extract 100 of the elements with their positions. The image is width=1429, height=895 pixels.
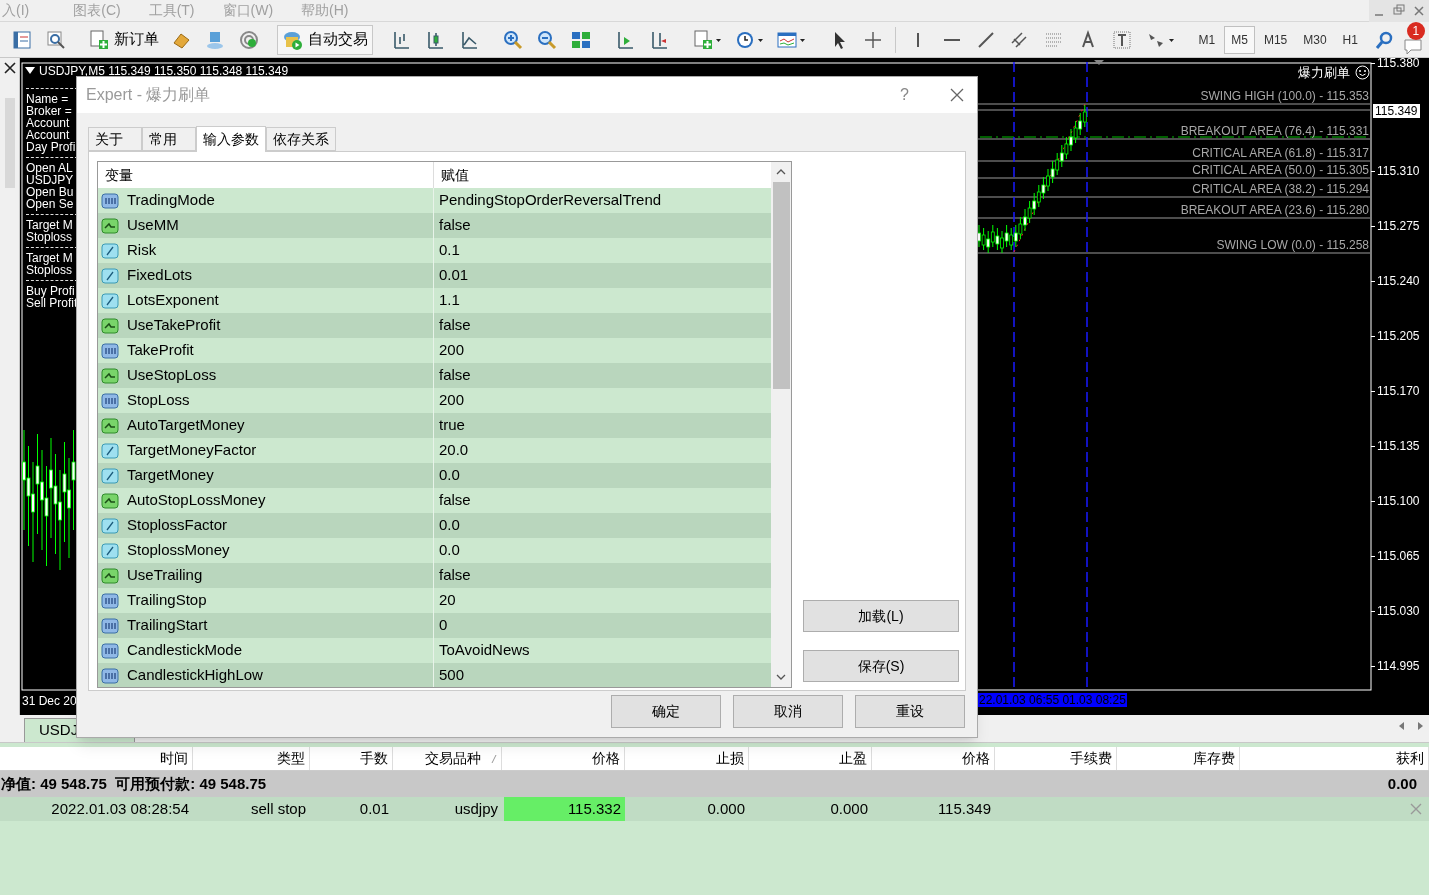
parameter-value[interactable]: 500 <box>434 663 771 687</box>
info-text: Target M <box>26 252 74 264</box>
toolbar-button[interactable]: 自动交易 <box>277 24 374 55</box>
parameter-value[interactable]: PendingStopOrderReversalTrend <box>434 188 771 213</box>
boolean-type-icon <box>101 491 119 510</box>
scrollbar-thumb[interactable] <box>4 98 15 188</box>
decimal-type-icon <box>101 441 119 460</box>
parameter-value[interactable]: 0 <box>434 613 771 638</box>
fibonacci-label: CRITICAL AREA (50.0) - 115.305 <box>1192 163 1369 177</box>
info-text: Buy Profi <box>26 285 75 297</box>
column-header[interactable]: 手数 <box>310 747 393 770</box>
decimal-type-icon <box>101 291 119 310</box>
boolean-type-icon <box>101 566 119 585</box>
parameter-value[interactable]: false <box>434 313 771 338</box>
integer-type-icon <box>101 341 119 360</box>
timeframe-button[interactable]: H1 <box>1335 25 1365 54</box>
parameter-name: FixedLots <box>127 265 193 286</box>
tab[interactable]: 关于 <box>88 127 142 151</box>
parameter-value[interactable]: 200 <box>434 338 771 363</box>
fibonacci-label: BREAKOUT AREA (76.4) - 115.331 <box>1180 124 1369 138</box>
timeframe-button[interactable]: M1 <box>1191 25 1223 54</box>
column-header[interactable]: 手续费 <box>995 747 1117 770</box>
parameter-name: Risk <box>127 240 157 261</box>
table-cell-text: usdjpy <box>453 798 499 819</box>
boolean-type-icon <box>101 416 119 435</box>
parameter-value[interactable]: 20 <box>434 588 771 613</box>
dropdown-caret-icon[interactable] <box>25 67 35 75</box>
minimize-icon[interactable] <box>1369 0 1389 22</box>
dialog-button[interactable]: 重设 <box>855 695 965 728</box>
column-header[interactable]: 止盈 <box>749 747 872 770</box>
parameter-value[interactable]: 200 <box>434 388 771 413</box>
integer-type-icon <box>101 666 119 685</box>
parameter-name: UseMM <box>127 215 179 236</box>
dialog-button[interactable]: 保存(S) <box>803 650 959 682</box>
time-range-label: 22.01.03 06:55 01.03 08:25 <box>978 693 1127 707</box>
parameter-value[interactable]: 1.1 <box>434 288 771 313</box>
parameter-value[interactable]: ToAvoidNews <box>434 638 771 663</box>
integer-type-icon <box>101 191 119 210</box>
parameter-name: StopLoss <box>127 390 190 411</box>
timeframe-button[interactable]: M30 <box>1296 25 1334 54</box>
parameter-value[interactable]: 0.01 <box>434 263 771 288</box>
column-header[interactable]: 止损 <box>625 747 749 770</box>
price-label: 115.065 <box>1377 549 1420 563</box>
price-label: 114.995 <box>1377 659 1420 673</box>
time-label: 31 Dec 20 <box>22 694 77 708</box>
info-text: Stoploss <box>26 231 74 243</box>
parameter-name: TrailingStart <box>127 615 208 636</box>
chart-title: USDJPY,M5 115.349 115.350 115.348 115.349 <box>39 64 289 78</box>
dialog-button[interactable]: 确定 <box>611 695 721 728</box>
parameter-value[interactable]: false <box>434 488 771 513</box>
dialog-title: Expert - 爆力刷单 <box>86 85 212 105</box>
info-text: Name = <box>26 93 70 105</box>
help-button[interactable]: ? <box>900 83 909 107</box>
column-header[interactable]: 库存费 <box>1117 747 1240 770</box>
column-header[interactable]: 交易品种 <box>393 747 502 770</box>
parameter-name: StoplossFactor <box>127 515 228 536</box>
info-text: USDJPY <box>26 174 75 186</box>
parameter-value[interactable]: 0.0 <box>434 538 771 563</box>
tab[interactable]: 输入参数 <box>196 126 266 152</box>
price-label: 115.135 <box>1377 439 1420 453</box>
balance-text: 净值: 49 548.75 可用预付款: 49 548.75 <box>1 773 267 794</box>
column-header[interactable]: 价格 <box>502 747 625 770</box>
price-label: 115.100 <box>1377 494 1420 508</box>
decimal-type-icon <box>101 541 119 560</box>
chat-bubble-icon <box>1402 36 1423 55</box>
boolean-type-icon <box>101 316 119 335</box>
parameter-value[interactable]: 20.0 <box>434 438 771 463</box>
column-header[interactable]: 赋值 <box>434 162 771 188</box>
info-text: Open Bu <box>26 186 75 198</box>
parameter-value[interactable]: 0.0 <box>434 463 771 488</box>
dialog-button[interactable]: 加载(L) <box>803 600 959 632</box>
decimal-type-icon <box>101 466 119 485</box>
tab[interactable]: 依存关系 <box>266 127 336 151</box>
parameter-value[interactable]: 0.1 <box>434 238 771 263</box>
dialog-button[interactable]: 取消 <box>733 695 843 728</box>
price-label: 115.380 <box>1377 58 1420 70</box>
column-header[interactable]: 类型 <box>193 747 310 770</box>
scroll-left-icon[interactable] <box>1397 721 1405 731</box>
info-text: Open AL <box>26 162 74 174</box>
column-header[interactable]: 获利 <box>1240 747 1429 770</box>
toolbar-button[interactable]: 新订单 <box>84 24 164 55</box>
parameter-value[interactable]: 0.0 <box>434 513 771 538</box>
scrollbar-thumb[interactable] <box>772 182 790 389</box>
parameter-value[interactable]: false <box>434 363 771 388</box>
close-icon[interactable] <box>1 60 18 76</box>
timeframe-button[interactable]: M15 <box>1256 25 1295 54</box>
table-cell-text: 0.01 <box>358 798 390 819</box>
column-header[interactable]: 时间 <box>0 747 193 770</box>
parameter-value[interactable]: false <box>434 213 771 238</box>
fibonacci-label: SWING LOW (0.0) - 115.258 <box>1216 238 1369 252</box>
integer-type-icon <box>101 641 119 660</box>
parameter-value[interactable]: true <box>434 413 771 438</box>
fibonacci-label: BREAKOUT AREA (23.6) - 115.280 <box>1180 203 1369 217</box>
tab[interactable]: 常用 <box>142 127 196 151</box>
column-header[interactable]: 价格 <box>872 747 995 770</box>
fibonacci-label: CRITICAL AREA (38.2) - 115.294 <box>1192 182 1369 196</box>
scroll-right-icon[interactable] <box>1417 721 1425 731</box>
parameter-value[interactable]: false <box>434 563 771 588</box>
table-cell-text: 115.349 <box>936 798 992 819</box>
timeframe-button[interactable]: M5 <box>1224 25 1255 54</box>
